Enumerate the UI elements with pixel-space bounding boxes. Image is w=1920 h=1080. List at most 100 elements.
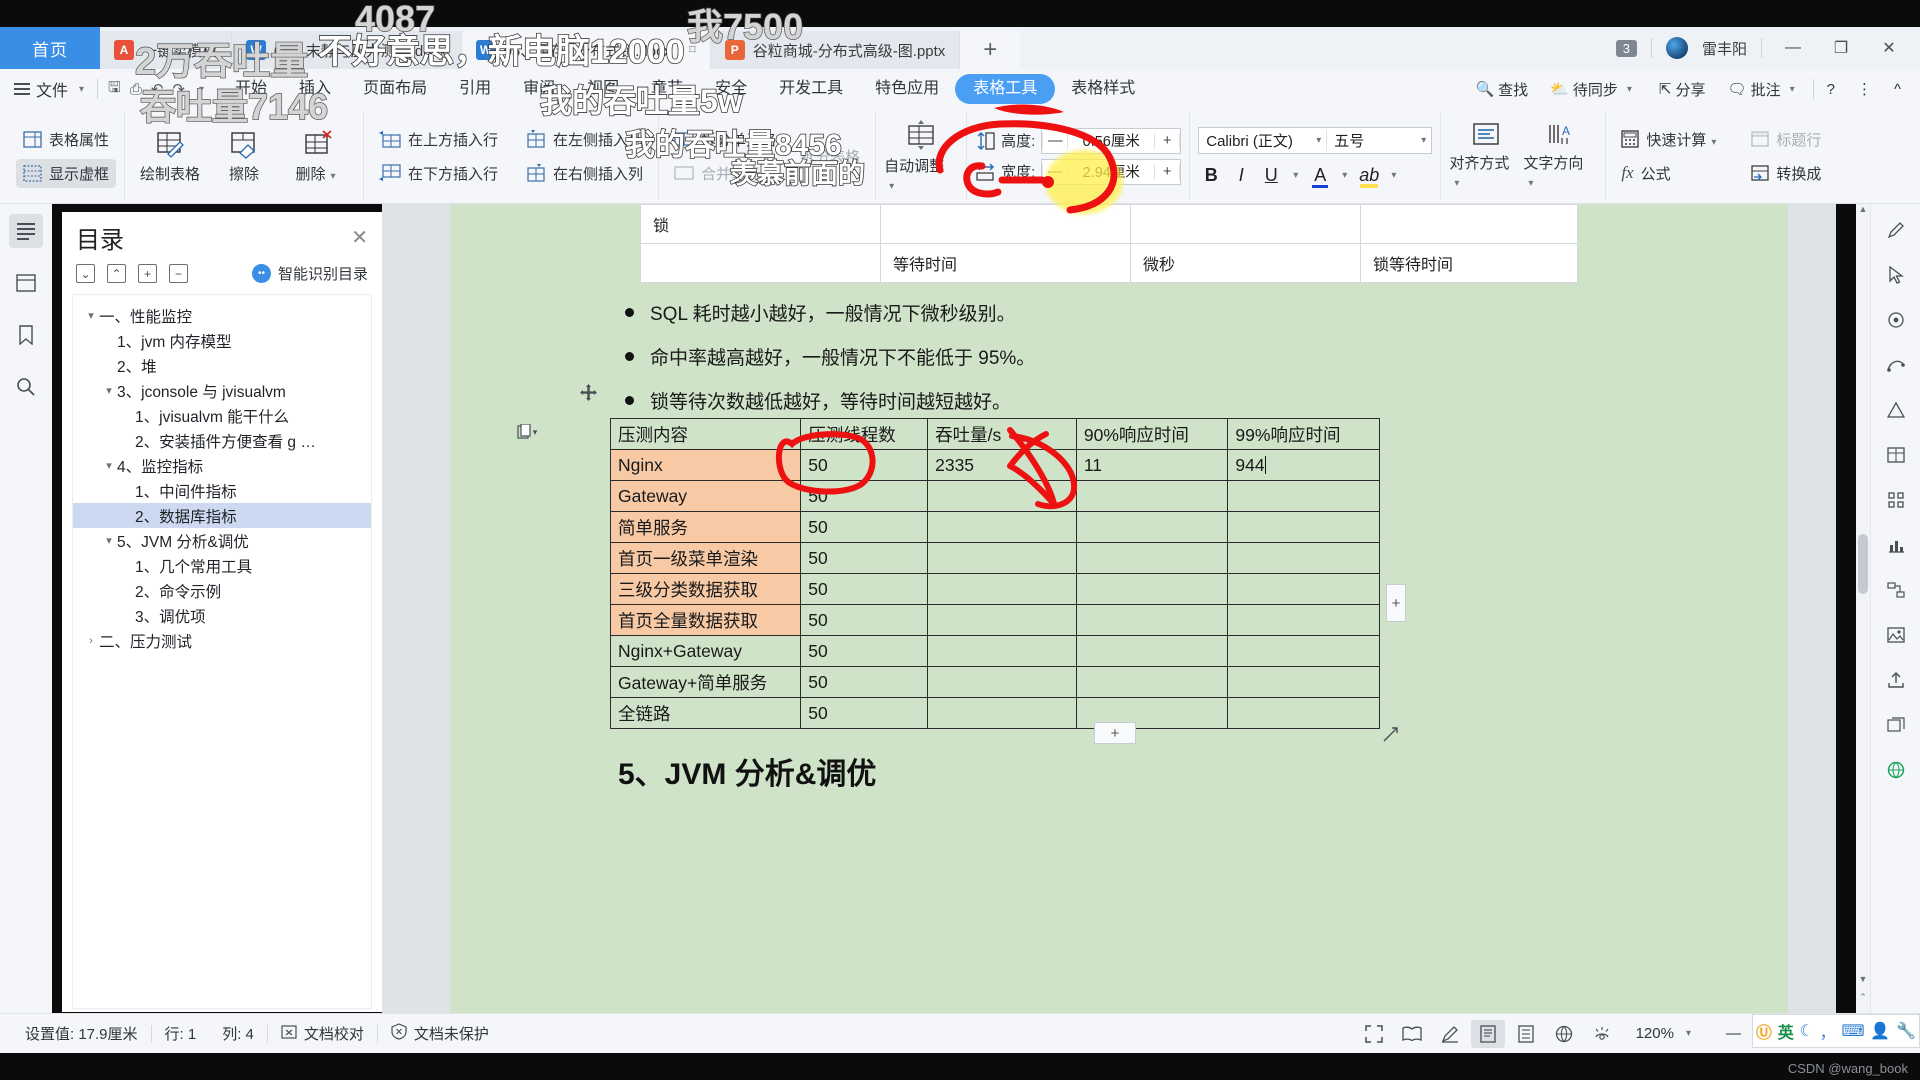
stress-test-table[interactable]: 压测内容 压测线程数 吞吐量/s 90%响应时间 99%响应时间 Nginx 5… — [609, 418, 1380, 729]
cell-p90[interactable] — [1075, 480, 1229, 512]
italic-button[interactable]: I — [1228, 165, 1254, 186]
toc-item-0[interactable]: ▾ 一、性能监控 — [73, 303, 371, 328]
collapse-ribbon-button[interactable]: ^ — [1885, 81, 1910, 98]
toc-item-10[interactable]: 1、几个常用工具 — [73, 553, 371, 578]
tab-security[interactable]: 安全 — [699, 74, 763, 104]
ime-tools-icon[interactable]: 🔧 — [1896, 1021, 1916, 1041]
chevron-down-icon[interactable]: ▾ — [1337, 170, 1352, 181]
scrollbar-thumb[interactable] — [1858, 534, 1868, 594]
cell-p90[interactable] — [1075, 511, 1229, 543]
more-options-button[interactable]: ⋮ — [1848, 80, 1881, 98]
toc-item-12[interactable]: 3、调优项 — [73, 603, 371, 628]
toc-item-7[interactable]: 1、中间件指标 — [73, 478, 371, 503]
tab-references[interactable]: 引用 — [443, 74, 507, 104]
print-icon[interactable]: ⎙ — [130, 81, 142, 98]
file-menu-button[interactable]: 文件 ▾ — [14, 77, 97, 101]
chevron-down-icon[interactable]: ▾ — [1311, 135, 1326, 146]
cell-name[interactable]: 简单服务 — [609, 511, 802, 543]
ime-toolbar[interactable]: Ⓤ 英 ☾ ， ⌨ 👤 🔧 — [1752, 1014, 1920, 1048]
globe-apps-icon[interactable] — [1880, 754, 1912, 786]
col-header-threads[interactable]: 压测线程数 — [800, 418, 929, 450]
cell[interactable]: 锁 — [640, 204, 881, 244]
edit-pen-icon[interactable] — [1433, 1020, 1467, 1048]
toc-item-4[interactable]: 1、jvisualvm 能干什么 — [73, 403, 371, 428]
minimize-button[interactable]: — — [1776, 39, 1810, 57]
underline-button[interactable]: U — [1258, 165, 1284, 186]
erase-button[interactable]: 擦除 — [207, 127, 281, 186]
cell-throughput[interactable] — [927, 635, 1077, 667]
user-name[interactable]: 雷丰阳 — [1702, 38, 1747, 59]
tab-table-tools[interactable]: 表格工具 — [955, 74, 1056, 104]
search-panel-icon[interactable] — [9, 370, 43, 404]
cell-p90[interactable] — [1075, 666, 1229, 698]
doc-tab-0[interactable]: A 一键卖模板 — [100, 31, 233, 69]
home-tab[interactable]: 首页 — [0, 27, 100, 69]
title-row-button[interactable]: 标题行 — [1744, 125, 1828, 154]
ime-moon-icon[interactable]: ☾ — [1800, 1021, 1814, 1041]
export-icon[interactable] — [1880, 664, 1912, 696]
cell-throughput[interactable] — [927, 573, 1077, 605]
cell-threads[interactable]: 50 — [800, 511, 929, 543]
tab-section[interactable]: 章节 — [635, 74, 699, 104]
outline-view-icon[interactable] — [1509, 1020, 1543, 1048]
help-button[interactable]: ? — [1818, 81, 1844, 98]
expand-all-icon[interactable]: ⌄ — [76, 264, 95, 283]
cell-p99[interactable] — [1227, 573, 1380, 605]
eye-protect-icon[interactable] — [1585, 1020, 1619, 1048]
cell-threads[interactable]: 50 — [800, 604, 929, 636]
vertical-scrollbar[interactable]: ▲ ▼ ⌃ ⌄ — [1856, 204, 1870, 1026]
close-button[interactable]: ✕ — [1872, 38, 1906, 58]
avatar[interactable] — [1665, 37, 1688, 59]
table-row[interactable]: 全链路 50 — [609, 697, 1380, 729]
convert-to-button[interactable]: 转换成 — [1744, 159, 1828, 188]
edit-pen-icon[interactable] — [1880, 214, 1912, 246]
close-icon[interactable]: ✕ — [351, 225, 368, 250]
row-height-spinner[interactable]: — 0.56厘米 + — [1041, 127, 1182, 154]
book-view-icon[interactable] — [1395, 1020, 1429, 1048]
toc-item-3[interactable]: ▾ 3、jconsole 与 jvisualvm — [73, 378, 371, 403]
cloud-docs-icon[interactable] — [1880, 709, 1912, 741]
cell-threads[interactable]: 50 — [800, 697, 929, 729]
cell-p99[interactable] — [1227, 697, 1380, 729]
toc-item-2[interactable]: 2、堆 — [73, 353, 371, 378]
chevron-down-icon[interactable]: ▾ — [101, 459, 117, 472]
scroll-up-icon[interactable]: ▲ — [1856, 204, 1870, 220]
tab-insert[interactable]: 插入 — [283, 74, 347, 104]
insert-col-left-button[interactable]: 在左侧插入列 — [519, 125, 650, 154]
highlight-color-button[interactable]: ab — [1356, 165, 1382, 188]
ime-user-icon[interactable]: 👤 — [1870, 1021, 1890, 1041]
document-canvas[interactable]: 锁 等待时间 微秒 锁等待时间 SQL 耗时越小越好，一般情况下微秒级别。 命中… — [382, 204, 1836, 1026]
toc-item-13[interactable]: › 二、压力测试 — [73, 628, 371, 653]
font-name-select[interactable]: Calibri (正文) — [1199, 130, 1311, 151]
table-row[interactable]: Gateway+简单服务 50 — [609, 666, 1380, 698]
quick-calc-button[interactable]: 快速计算 ▾ — [1614, 125, 1728, 154]
table-properties-button[interactable]: 表格属性 — [16, 125, 116, 154]
toc-item-6[interactable]: ▾ 4、监控指标 — [73, 453, 371, 478]
protection-status[interactable]: 文档未保护 — [378, 1023, 502, 1044]
cell-throughput[interactable] — [927, 697, 1077, 729]
cell-throughput[interactable]: 2335 — [927, 449, 1077, 481]
qat-more-icon[interactable]: ▾ — [194, 84, 209, 95]
fullscreen-icon[interactable] — [1357, 1020, 1391, 1048]
insert-col-right-button[interactable]: 在右侧插入列 — [519, 159, 650, 188]
decrement-button[interactable]: — — [1042, 132, 1069, 149]
smart-toc-button[interactable]: •• 智能识别目录 — [251, 263, 368, 284]
toc-tree[interactable]: ▾ 一、性能监控 1、jvm 内存模型 2、堆 ▾ 3、jconsole 与 jvi… — [72, 294, 372, 1009]
col-header-p99[interactable]: 99%响应时间 — [1227, 418, 1380, 450]
cell-p90[interactable] — [1075, 604, 1229, 636]
cell-throughput[interactable] — [927, 511, 1077, 543]
col-header-throughput[interactable]: 吞吐量/s — [927, 418, 1077, 450]
sync-button[interactable]: ⛅ 待同步 ▾ — [1541, 79, 1646, 100]
chevron-down-icon[interactable]: ▾ — [1681, 1028, 1696, 1039]
decrease-level-icon[interactable]: − — [169, 264, 188, 283]
toc-panel-icon[interactable] — [9, 214, 43, 248]
bold-button[interactable]: B — [1198, 165, 1224, 186]
image-icon[interactable] — [1880, 619, 1912, 651]
proofread-button[interactable]: 文档校对 — [268, 1023, 377, 1044]
cell-name[interactable]: Gateway+简单服务 — [609, 666, 802, 698]
cell[interactable] — [640, 243, 881, 283]
zoom-level[interactable]: 120% ▾ — [1623, 1025, 1709, 1042]
cell-p99[interactable] — [1227, 511, 1380, 543]
new-tab-button[interactable]: + — [960, 31, 1021, 69]
save-icon[interactable]: 🖫 — [108, 77, 121, 102]
